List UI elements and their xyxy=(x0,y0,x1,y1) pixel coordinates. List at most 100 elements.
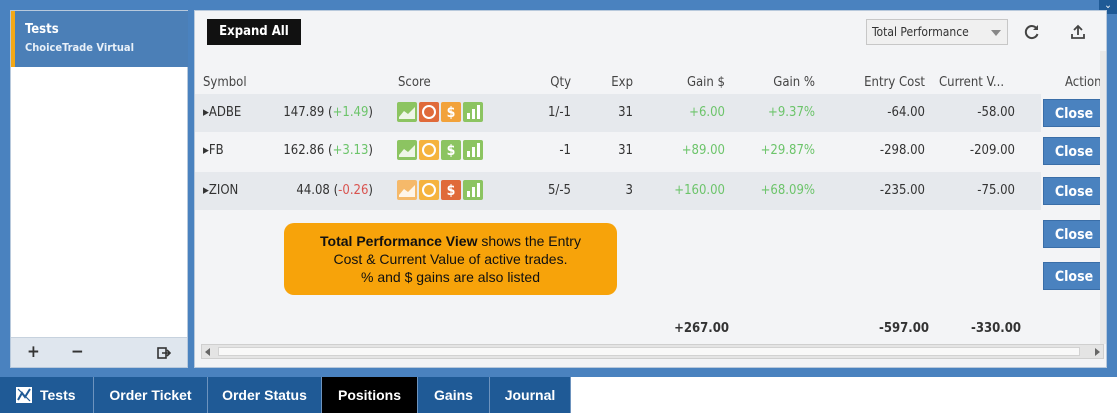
caret-down-icon xyxy=(991,30,1001,36)
close-button[interactable]: Close xyxy=(1043,262,1105,290)
table-row[interactable]: ▸ADBE 147.89 (+1.49) $1/-1 31 +6.00 +9.37% -64… xyxy=(195,94,1041,132)
price-value: 147.89 xyxy=(283,105,325,120)
bars-icon[interactable] xyxy=(463,140,483,160)
add-account-button[interactable]: + xyxy=(27,343,40,361)
dollar-icon[interactable]: $ xyxy=(441,102,461,122)
price-change: (+1.49) xyxy=(328,105,373,120)
gain-pct-cell: +9.37% xyxy=(768,105,815,120)
header-score[interactable]: Score xyxy=(398,75,431,90)
tab-order-status[interactable]: Order Status xyxy=(208,377,322,413)
view-select[interactable]: Total Performance xyxy=(866,19,1008,45)
exp-cell: 31 xyxy=(618,105,633,120)
dollar-icon[interactable]: $ xyxy=(441,180,461,200)
header-gain-pct[interactable]: Gain % xyxy=(745,75,815,90)
tab-gains[interactable]: Gains xyxy=(418,377,490,413)
positions-panel: Expand All Total Performance Symbol Scor… xyxy=(194,10,1107,368)
scrollbar-thumb[interactable] xyxy=(218,347,1080,356)
qty-cell: 5/-5 xyxy=(547,183,571,198)
price-cell: 44.08 (-0.26) xyxy=(255,183,373,198)
gain-usd-cell: +160.00 xyxy=(674,183,725,198)
total-entry-cost: -597.00 xyxy=(879,321,929,336)
gain-pct-cell: +29.87% xyxy=(760,143,815,158)
tab-tests[interactable]: Tests xyxy=(0,377,94,413)
price-change: (+3.13) xyxy=(328,143,373,158)
circle-icon[interactable] xyxy=(419,180,439,200)
view-select-value: Total Performance xyxy=(872,25,969,39)
gain-pct-cell: +68.09% xyxy=(760,183,815,198)
price-cell: 147.89 (+1.49) xyxy=(255,105,373,120)
callout-tip: Total Performance View shows the Entry C… xyxy=(284,223,617,295)
dollar-icon[interactable]: $ xyxy=(441,140,461,160)
price-change-value: -0.26 xyxy=(338,183,369,198)
accounts-footer: + − xyxy=(11,337,187,367)
account-item[interactable]: Tests ChoiceTrade Virtual xyxy=(11,11,188,67)
header-action: Action xyxy=(1065,75,1102,90)
total-current-value: -330.00 xyxy=(971,321,1021,336)
scroll-left-icon[interactable] xyxy=(205,348,210,356)
symbol-cell[interactable]: ▸ZION xyxy=(203,183,238,198)
header-entry-cost[interactable]: Entry Cost xyxy=(835,75,925,90)
total-gain-usd: +267.00 xyxy=(674,321,729,336)
bars-icon[interactable] xyxy=(463,102,483,122)
trend-icon[interactable] xyxy=(397,180,417,200)
bars-icon[interactable] xyxy=(463,180,483,200)
qty-cell: -1 xyxy=(559,143,571,158)
price-change: (-0.26) xyxy=(333,183,373,198)
tab-journal[interactable]: Journal xyxy=(490,377,571,413)
header-current-value[interactable]: Current V... xyxy=(939,75,1004,90)
header-gain-usd[interactable]: Gain $ xyxy=(655,75,725,90)
accounts-panel: Tests ChoiceTrade Virtual + − xyxy=(10,10,188,368)
account-type: ChoiceTrade Virtual xyxy=(25,41,135,54)
price-value: 162.86 xyxy=(283,143,325,158)
header-exp[interactable]: Exp xyxy=(595,75,633,90)
trend-icon[interactable] xyxy=(397,102,417,122)
refresh-icon[interactable] xyxy=(1023,23,1041,41)
tab-order-ticket[interactable]: Order Ticket xyxy=(94,377,208,413)
svg-text:$: $ xyxy=(447,183,456,199)
entry-cost-cell: -298.00 xyxy=(879,143,925,158)
expand-all-button[interactable]: Expand All xyxy=(207,19,301,45)
chart-icon xyxy=(16,387,32,403)
gain-usd-cell: +89.00 xyxy=(681,143,725,158)
svg-text:$: $ xyxy=(447,105,456,121)
callout-bold: Total Performance View xyxy=(320,233,478,249)
remove-account-button[interactable]: − xyxy=(71,343,84,361)
account-name: Tests xyxy=(25,22,59,37)
close-button[interactable]: Close xyxy=(1043,137,1105,165)
tab-tests-label: Tests xyxy=(40,387,76,403)
price-cell: 162.86 (+3.13) xyxy=(255,143,373,158)
exp-cell: 3 xyxy=(625,183,633,198)
header-qty[interactable]: Qty xyxy=(525,75,571,90)
current-value-cell: -75.00 xyxy=(977,183,1015,198)
entry-cost-cell: -64.00 xyxy=(887,105,925,120)
circle-icon[interactable] xyxy=(419,140,439,160)
price-change-value: +1.49 xyxy=(332,105,369,120)
header-symbol[interactable]: Symbol xyxy=(203,75,247,90)
close-button[interactable]: Close xyxy=(1043,177,1105,205)
circle-icon[interactable] xyxy=(419,102,439,122)
callout-line2: Cost & Current Value of active trades. xyxy=(333,251,568,267)
current-value-cell: -209.00 xyxy=(969,143,1015,158)
sign-out-icon[interactable] xyxy=(157,347,171,359)
symbol-cell[interactable]: ▸FB xyxy=(203,143,224,158)
vertical-scrollbar[interactable] xyxy=(1100,51,1106,344)
table-row[interactable]: ▸FB 162.86 (+3.13) $ -1 31 +89.00 +29.87% -298.… xyxy=(195,132,1041,170)
scroll-right-icon[interactable] xyxy=(1095,348,1100,356)
callout-line1: shows the Entry xyxy=(477,233,581,249)
horizontal-scrollbar[interactable] xyxy=(201,344,1104,359)
callout-line3: % and $ gains are also listed xyxy=(361,269,540,285)
table-row[interactable]: ▸ZION 44.08 (-0.26) $5/-5 3 +160.00 +68.09% -2… xyxy=(195,172,1041,210)
close-button[interactable]: Close xyxy=(1043,220,1105,248)
qty-cell: 1/-1 xyxy=(547,105,571,120)
close-button[interactable]: Close xyxy=(1043,99,1105,127)
exp-cell: 31 xyxy=(618,143,633,158)
upload-icon[interactable] xyxy=(1069,23,1087,41)
entry-cost-cell: -235.00 xyxy=(879,183,925,198)
gain-usd-cell: +6.00 xyxy=(689,105,725,120)
trend-icon[interactable] xyxy=(397,140,417,160)
current-value-cell: -58.00 xyxy=(977,105,1015,120)
svg-text:$: $ xyxy=(447,143,456,159)
price-value: 44.08 xyxy=(296,183,330,198)
tab-positions[interactable]: Positions xyxy=(322,377,418,413)
symbol-cell[interactable]: ▸ADBE xyxy=(203,105,241,120)
